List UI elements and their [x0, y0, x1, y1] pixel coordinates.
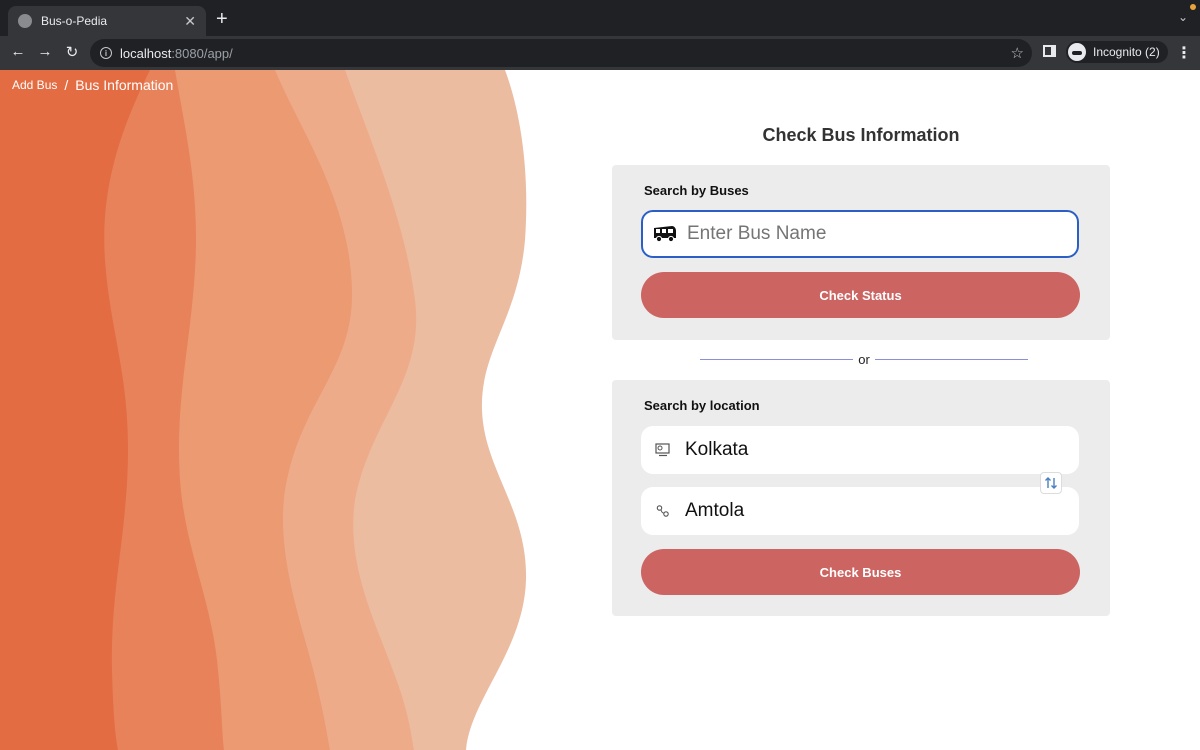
check-buses-button[interactable]: Check Buses [641, 549, 1080, 595]
breadcrumb-current: Bus Information [75, 77, 174, 93]
search-by-bus-card: Search by Buses Check Status [612, 165, 1110, 340]
search-by-location-card: Search by location Kolkata Amtola Check … [612, 380, 1110, 616]
browser-menu-icon[interactable]: ⋮ [1176, 43, 1192, 63]
profile-label: Incognito (2) [1093, 45, 1160, 59]
breadcrumb-add-bus-link[interactable]: Add Bus [12, 78, 57, 92]
to-location-icon [641, 504, 685, 518]
url-host: localhost [120, 45, 172, 61]
update-indicator [1190, 4, 1196, 10]
from-location-input[interactable] [685, 439, 1045, 461]
bookmark-star-icon[interactable]: ☆ [1011, 44, 1024, 62]
wave-background [0, 70, 540, 750]
incognito-icon [1068, 43, 1086, 61]
page-title: Check Bus Information [762, 125, 960, 145]
globe-icon [18, 14, 32, 28]
address-bar[interactable]: i localhost :8080/app/ ☆ [90, 39, 1032, 67]
search-by-bus-label: Search by Buses [644, 183, 749, 198]
back-button[interactable]: ← [8, 43, 28, 60]
breadcrumb: Add Bus / Bus Information [12, 77, 173, 93]
breadcrumb-separator: / [64, 77, 69, 93]
bus-name-input[interactable] [687, 223, 1047, 245]
bus-name-field[interactable] [641, 210, 1079, 258]
to-location-input[interactable] [685, 500, 1045, 522]
from-location-field[interactable] [641, 426, 1079, 474]
reload-button[interactable]: ↻ [62, 43, 82, 61]
browser-toolbar: ← → ↻ i localhost :8080/app/ ☆ [0, 36, 1200, 70]
or-divider: or [700, 352, 1028, 367]
incognito-profile-button[interactable]: Incognito (2) [1066, 41, 1168, 63]
divider-line-right [874, 359, 1028, 360]
tab-search-icon[interactable]: ⌄ [1178, 10, 1188, 24]
new-tab-button[interactable]: + [216, 9, 228, 29]
bus-icon [643, 225, 687, 243]
forward-button[interactable]: → [35, 43, 55, 60]
swap-locations-button[interactable] [1040, 472, 1062, 494]
check-status-button[interactable]: Check Status [641, 272, 1080, 318]
search-by-location-label: Search by location [644, 398, 760, 413]
divider-line-left [700, 359, 854, 360]
or-text: or [858, 352, 870, 367]
browser-tab[interactable]: Bus-o-Pedia ✕ [8, 6, 206, 36]
browser-tab-bar: Bus-o-Pedia ✕ + ⌄ [0, 0, 1200, 36]
page-content: Add Bus / Bus Information Check Bus Info… [0, 70, 1200, 750]
tab-title: Bus-o-Pedia [41, 14, 108, 28]
url-path: :8080/app/ [171, 45, 233, 61]
swap-arrows-icon [1045, 477, 1057, 489]
side-panel-icon[interactable] [1043, 45, 1056, 57]
from-location-icon [641, 443, 685, 457]
to-location-field[interactable] [641, 487, 1079, 535]
site-info-icon[interactable]: i [100, 47, 112, 59]
close-tab-icon[interactable]: ✕ [184, 13, 196, 30]
